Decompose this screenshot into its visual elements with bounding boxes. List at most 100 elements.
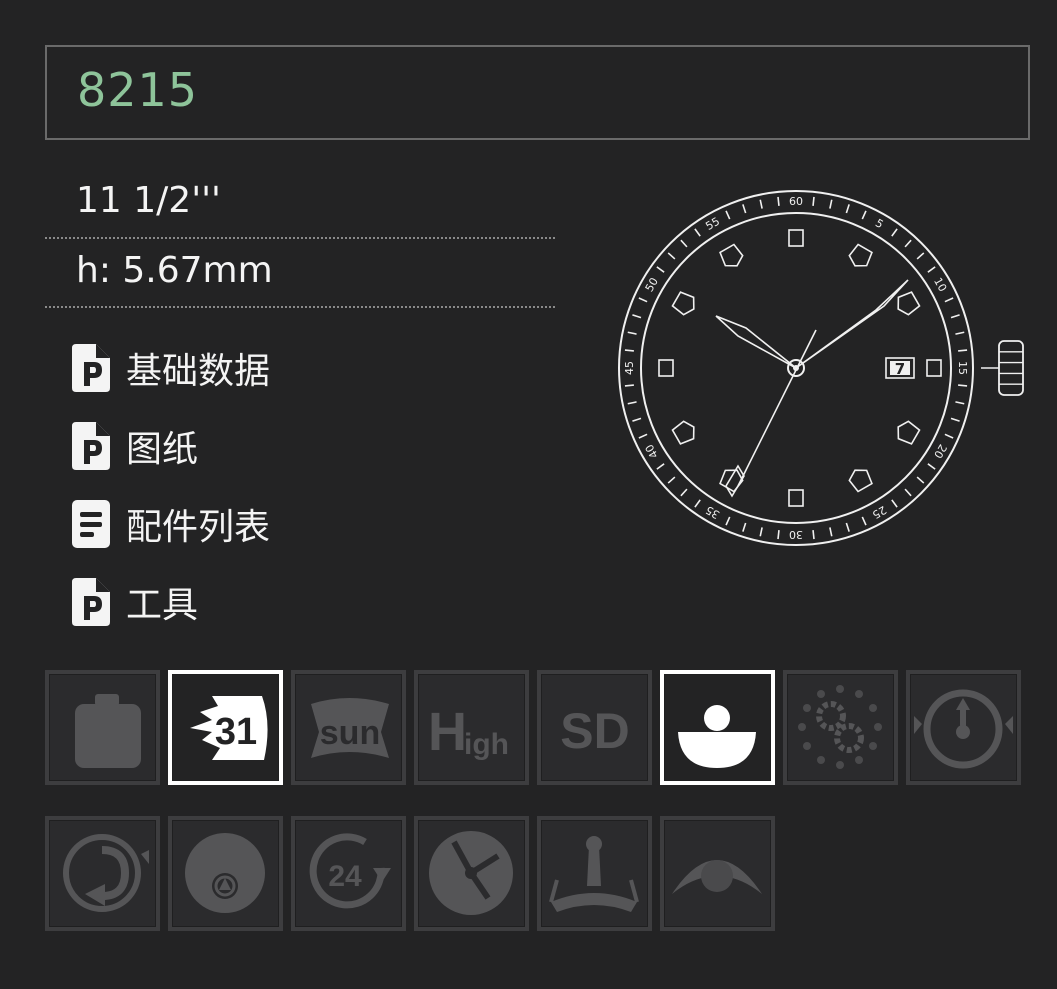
bezel-tick bbox=[958, 349, 968, 352]
function-tile[interactable] bbox=[45, 670, 160, 785]
bezel-number: 50 bbox=[643, 275, 661, 294]
date-window-number: 7 bbox=[895, 360, 905, 378]
bezel-tick bbox=[742, 204, 747, 214]
function-tile[interactable]: SD bbox=[537, 670, 652, 785]
doc-label: 配件列表 bbox=[126, 507, 271, 548]
bezel-number: 40 bbox=[643, 442, 661, 461]
bezel-tick bbox=[667, 252, 676, 260]
center-pinion-dot bbox=[793, 365, 799, 371]
function-tile[interactable]: sun bbox=[291, 670, 406, 785]
bezel-tick bbox=[812, 530, 815, 540]
bezel-number: 5 bbox=[873, 216, 886, 231]
24-hour-icon: 24 bbox=[309, 833, 391, 909]
hour-marker bbox=[926, 359, 942, 377]
hour-marker bbox=[848, 243, 873, 267]
bezel-tick bbox=[680, 488, 688, 497]
minute-hand bbox=[795, 279, 909, 369]
function-tile[interactable] bbox=[906, 670, 1021, 785]
bezel-tick bbox=[638, 297, 648, 303]
gmt-hands-icon bbox=[429, 831, 513, 915]
pdf-icon bbox=[72, 422, 110, 470]
bezel-tick bbox=[777, 196, 780, 206]
automatic-rotor-icon bbox=[678, 705, 756, 768]
bezel-tick bbox=[861, 516, 867, 526]
bezel-number: 60 bbox=[789, 195, 803, 208]
bezel-tick bbox=[950, 417, 960, 422]
divider bbox=[45, 237, 555, 239]
bezel-number: 35 bbox=[703, 503, 722, 521]
bezel-tick bbox=[624, 349, 634, 352]
bezel-tick bbox=[891, 499, 898, 508]
moon-phase-icon bbox=[672, 860, 762, 894]
reference-number: 8215 bbox=[77, 63, 199, 117]
movement-size: 11 1/2''' bbox=[76, 180, 221, 221]
doc-drawing-link[interactable]: 图纸 bbox=[72, 421, 198, 471]
document-list-icon bbox=[72, 500, 110, 548]
function-tile[interactable] bbox=[537, 816, 652, 931]
doc-tools-link[interactable]: 工具 bbox=[72, 577, 198, 627]
bezel-tick bbox=[627, 331, 637, 335]
date-31-text: 31 bbox=[215, 711, 257, 753]
function-tile[interactable] bbox=[660, 670, 775, 785]
hour-marker bbox=[658, 359, 674, 377]
chronograph-icon bbox=[914, 689, 1013, 769]
bezel-tick bbox=[916, 252, 925, 260]
watch-dial-svg: 60 5 10 15 20 25 30 35 40 45 50 55 7 bbox=[618, 190, 1024, 546]
crown bbox=[998, 340, 1024, 396]
bezel-tick bbox=[944, 433, 954, 439]
function-tile[interactable]: 31 bbox=[168, 670, 283, 785]
bezel-number: 45 bbox=[623, 361, 636, 375]
bezel-tick bbox=[927, 266, 936, 273]
sd-text: SD bbox=[560, 703, 629, 759]
hour-marker bbox=[719, 243, 744, 267]
function-tile[interactable] bbox=[168, 816, 283, 931]
bezel-tick bbox=[845, 204, 850, 214]
function-tile[interactable] bbox=[414, 816, 529, 931]
svg-text:H: H bbox=[428, 702, 467, 762]
bezel-tick bbox=[725, 516, 731, 526]
watch-dial-diagram: 60 5 10 15 20 25 30 35 40 45 50 55 7 bbox=[610, 185, 1040, 555]
sd-icon: SD bbox=[560, 703, 629, 759]
doc-label: 图纸 bbox=[126, 429, 199, 470]
doc-label: 工具 bbox=[126, 585, 199, 626]
bezel-number: 30 bbox=[789, 528, 803, 541]
bezel-tick bbox=[916, 476, 925, 484]
doc-parts-list-link[interactable]: 配件列表 bbox=[72, 499, 270, 549]
hour-marker bbox=[788, 229, 804, 247]
divider bbox=[45, 306, 555, 308]
bezel-tick bbox=[759, 199, 763, 209]
reference-search-field[interactable]: 8215 bbox=[45, 45, 1030, 140]
pdf-icon bbox=[72, 578, 110, 626]
doc-basic-data-link[interactable]: 基础数据 bbox=[72, 343, 270, 393]
bezel-tick bbox=[950, 314, 960, 319]
pdf-icon bbox=[72, 344, 110, 392]
function-tile[interactable] bbox=[783, 670, 898, 785]
bezel-tick bbox=[777, 530, 780, 540]
bezel-tick bbox=[694, 228, 701, 237]
bezel-number: 20 bbox=[931, 442, 949, 461]
bezel-tick bbox=[955, 331, 965, 335]
bezel-number: 25 bbox=[870, 503, 889, 521]
sun-text: sun bbox=[320, 714, 380, 752]
bezel-tick bbox=[829, 527, 833, 537]
bezel-tick bbox=[725, 210, 731, 220]
bezel-tick bbox=[667, 476, 676, 484]
bezel-tick bbox=[904, 239, 912, 248]
sun-icon: sun bbox=[311, 698, 389, 758]
bezel-tick bbox=[627, 401, 637, 405]
function-tile[interactable] bbox=[660, 816, 775, 931]
function-tile[interactable] bbox=[45, 816, 160, 931]
bezel-tick bbox=[624, 384, 634, 387]
date-31-icon: 31 bbox=[190, 696, 268, 760]
24-text: 24 bbox=[328, 860, 362, 893]
function-tile[interactable]: 24 bbox=[291, 816, 406, 931]
bezel-number: 10 bbox=[931, 275, 949, 294]
function-tile[interactable]: H igh bbox=[414, 670, 529, 785]
bezel-tick bbox=[829, 199, 833, 209]
bezel-tick bbox=[944, 297, 954, 303]
doc-label: 基础数据 bbox=[126, 351, 271, 392]
rotating-bezel-icon bbox=[63, 834, 149, 912]
hour-hand bbox=[715, 315, 797, 369]
bezel-tick bbox=[656, 463, 665, 470]
bezel-tick bbox=[638, 433, 648, 439]
